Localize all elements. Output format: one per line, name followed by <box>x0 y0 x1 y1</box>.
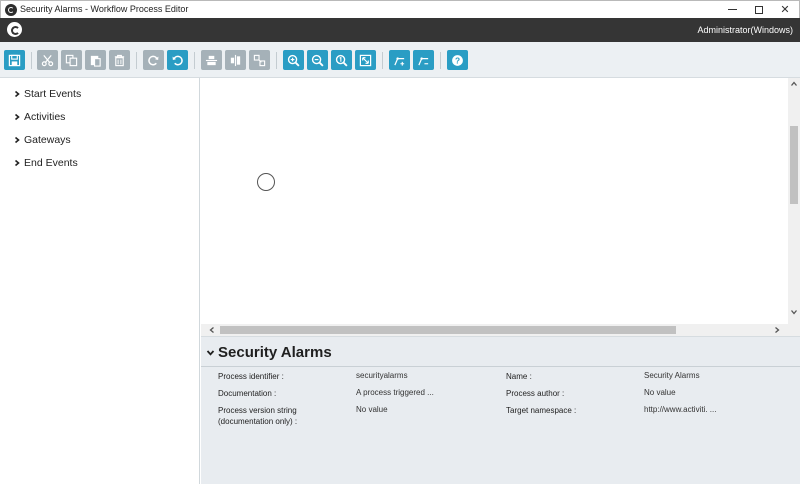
chevron-left-icon <box>209 327 214 333</box>
vertical-scroll-thumb[interactable] <box>790 126 798 204</box>
scroll-right-button[interactable] <box>771 324 783 336</box>
palette-item-end-events[interactable]: End Events <box>13 157 78 169</box>
align-button[interactable] <box>201 50 222 70</box>
undo-button[interactable] <box>167 50 188 70</box>
zoom-in-button[interactable] <box>283 50 304 70</box>
window-titlebar: Security Alarms - Workflow Process Edito… <box>0 0 800 18</box>
save-icon <box>8 54 21 66</box>
toolbar-divider <box>276 52 277 69</box>
cut-icon <box>41 54 54 66</box>
chevron-down-icon <box>791 310 797 315</box>
paste-icon <box>90 55 101 67</box>
chevron-right-icon <box>14 159 20 167</box>
palette-item-gateways[interactable]: Gateways <box>13 134 71 146</box>
zoom-actual-icon <box>335 54 348 67</box>
process-version-value[interactable]: No value <box>356 404 388 415</box>
paste-button[interactable] <box>85 50 106 70</box>
undo-icon <box>172 55 183 65</box>
zoom-fit-button[interactable] <box>355 50 376 70</box>
user-label[interactable]: Administrator(Windows) <box>697 25 793 35</box>
properties-heading[interactable]: Security Alarms <box>206 344 332 361</box>
align-icon <box>205 55 218 65</box>
toolbar-divider <box>31 52 32 69</box>
chevron-right-icon <box>14 113 20 121</box>
toolbar: ? <box>0 42 800 78</box>
copy-icon <box>65 54 78 66</box>
redo-button[interactable] <box>143 50 164 70</box>
properties-title: Security Alarms <box>218 344 332 361</box>
chevron-right-icon <box>775 327 780 333</box>
distribute-button[interactable] <box>225 50 246 70</box>
process-identifier-value[interactable]: securityalarms <box>356 370 408 381</box>
target-namespace-value[interactable]: http://www.activiti. ... <box>644 404 716 415</box>
diagram-canvas[interactable] <box>201 78 788 324</box>
vertical-scrollbar[interactable] <box>788 78 800 324</box>
toolbar-divider <box>136 52 137 69</box>
chevron-right-icon <box>14 90 20 98</box>
toolbar-divider <box>382 52 383 69</box>
documentation-label: Documentation : <box>218 389 277 398</box>
logo-icon <box>7 22 22 37</box>
scroll-left-button[interactable] <box>206 324 218 336</box>
palette-item-label: Start Events <box>24 88 82 100</box>
delete-icon <box>114 54 125 66</box>
zoom-fit-icon <box>359 54 372 66</box>
distribute-icon <box>230 54 241 66</box>
maximize-button[interactable] <box>746 1 772 18</box>
horizontal-scrollbar[interactable] <box>201 324 800 336</box>
name-label: Name : <box>506 372 532 381</box>
horizontal-scroll-thumb[interactable] <box>220 326 676 334</box>
app-header: Administrator(Windows) <box>0 18 800 42</box>
close-icon: ✕ <box>780 4 790 16</box>
process-author-label: Process author : <box>506 389 565 398</box>
zoom-out-icon <box>311 54 324 67</box>
zoom-out-button[interactable] <box>307 50 328 70</box>
process-identifier-label: Process identifier : <box>218 372 284 381</box>
zoom-in-icon <box>287 54 300 67</box>
zoom-actual-button[interactable] <box>331 50 352 70</box>
chevron-down-icon <box>206 350 215 356</box>
toolbar-divider <box>440 52 441 69</box>
palette-item-label: Gateways <box>24 134 71 146</box>
properties-divider <box>201 366 800 367</box>
documentation-value[interactable]: A process triggered ... <box>356 387 434 398</box>
palette-item-label: Activities <box>24 111 66 123</box>
cut-button[interactable] <box>37 50 58 70</box>
minimize-icon <box>727 9 737 10</box>
remove-bendpoint-icon <box>418 56 429 65</box>
add-bendpoint-button[interactable] <box>389 50 410 70</box>
palette-item-start-events[interactable]: Start Events <box>13 88 81 100</box>
window-title: Security Alarms - Workflow Process Edito… <box>20 4 189 14</box>
palette-sidebar: Start Events Activities Gateways End Eve… <box>0 78 200 484</box>
palette-item-activities[interactable]: Activities <box>13 111 65 123</box>
properties-panel: Security Alarms Process identifier : sec… <box>201 336 800 484</box>
help-button[interactable]: ? <box>447 50 468 70</box>
add-bendpoint-icon <box>394 56 405 66</box>
resize-icon <box>253 54 266 66</box>
copy-button[interactable] <box>61 50 82 70</box>
help-icon: ? <box>452 54 463 66</box>
chevron-up-icon <box>791 81 797 86</box>
name-value[interactable]: Security Alarms <box>644 370 700 381</box>
scroll-down-button[interactable] <box>788 306 800 318</box>
palette-item-label: End Events <box>24 157 78 169</box>
delete-button[interactable] <box>109 50 130 70</box>
scroll-up-button[interactable] <box>788 78 800 90</box>
process-author-value[interactable]: No value <box>644 387 676 398</box>
chevron-right-icon <box>14 136 20 144</box>
minimize-button[interactable] <box>719 1 745 18</box>
process-version-label: Process version string (documentation on… <box>218 406 298 426</box>
maximize-icon <box>755 5 763 14</box>
svg-text:?: ? <box>455 55 460 65</box>
close-button[interactable]: ✕ <box>772 1 798 18</box>
remove-bendpoint-button[interactable] <box>413 50 434 70</box>
app-icon <box>5 4 17 16</box>
target-namespace-label: Target namespace : <box>506 406 577 415</box>
redo-icon <box>148 55 159 65</box>
save-button[interactable] <box>4 50 25 70</box>
toolbar-divider <box>194 52 195 69</box>
resize-button[interactable] <box>249 50 270 70</box>
start-event-node[interactable] <box>257 173 275 191</box>
